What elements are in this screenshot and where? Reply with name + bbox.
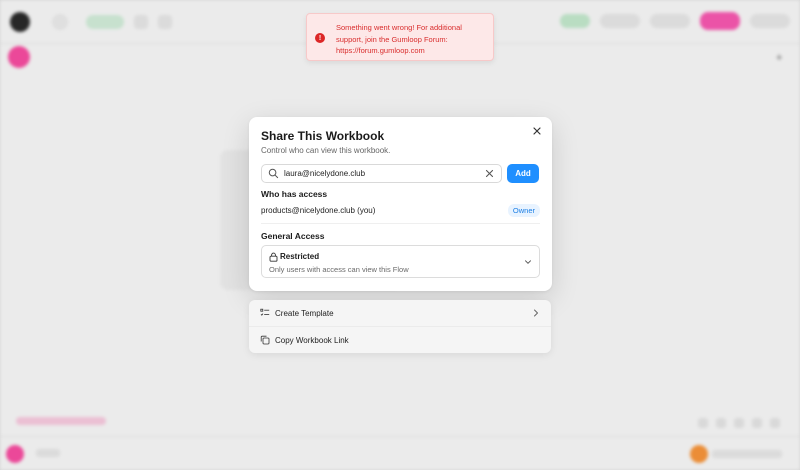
menu-item-create-template[interactable]: Create Template — [249, 300, 551, 326]
email-field[interactable] — [261, 164, 502, 183]
chevron-down-icon — [525, 260, 531, 264]
toast-message: Something went wrong! For additional sup… — [336, 23, 462, 55]
role-badge: Owner — [507, 203, 540, 217]
user-email: products@nicelydone.club (you) — [261, 205, 376, 215]
access-user-row: products@nicelydone.club (you) Owner — [261, 202, 540, 218]
share-modal: Share This Workbook Control who can view… — [249, 117, 552, 291]
clear-button[interactable] — [484, 168, 495, 179]
search-icon — [268, 168, 279, 179]
general-access-select[interactable]: Restricted Only users with access can vi… — [261, 245, 540, 278]
error-icon: ! — [315, 33, 325, 43]
access-description: Only users with access can view this Flo… — [269, 265, 409, 274]
menu-item-label: Copy Workbook Link — [275, 335, 349, 345]
divider — [261, 223, 540, 224]
general-access-heading: General Access — [261, 231, 325, 241]
add-button[interactable]: Add — [507, 164, 539, 183]
menu-item-copy-link[interactable]: Copy Workbook Link — [249, 327, 551, 353]
modal-title: Share This Workbook — [261, 129, 385, 143]
who-has-access-heading: Who has access — [261, 189, 328, 199]
close-button[interactable] — [531, 125, 543, 137]
modal-subtitle: Control who can view this workbook. — [261, 146, 391, 155]
menu-item-label: Create Template — [275, 308, 334, 318]
access-level: Restricted — [280, 252, 320, 261]
error-toast: ! Something went wrong! For additional s… — [306, 13, 494, 61]
copy-icon — [260, 335, 270, 345]
close-icon — [485, 169, 494, 178]
template-icon — [260, 308, 270, 316]
workbook-menu: Create Template Copy Workbook Link — [249, 300, 551, 353]
email-input[interactable] — [284, 169, 464, 178]
close-icon — [533, 127, 541, 135]
chevron-right-icon — [534, 309, 538, 317]
lock-icon — [269, 252, 278, 262]
